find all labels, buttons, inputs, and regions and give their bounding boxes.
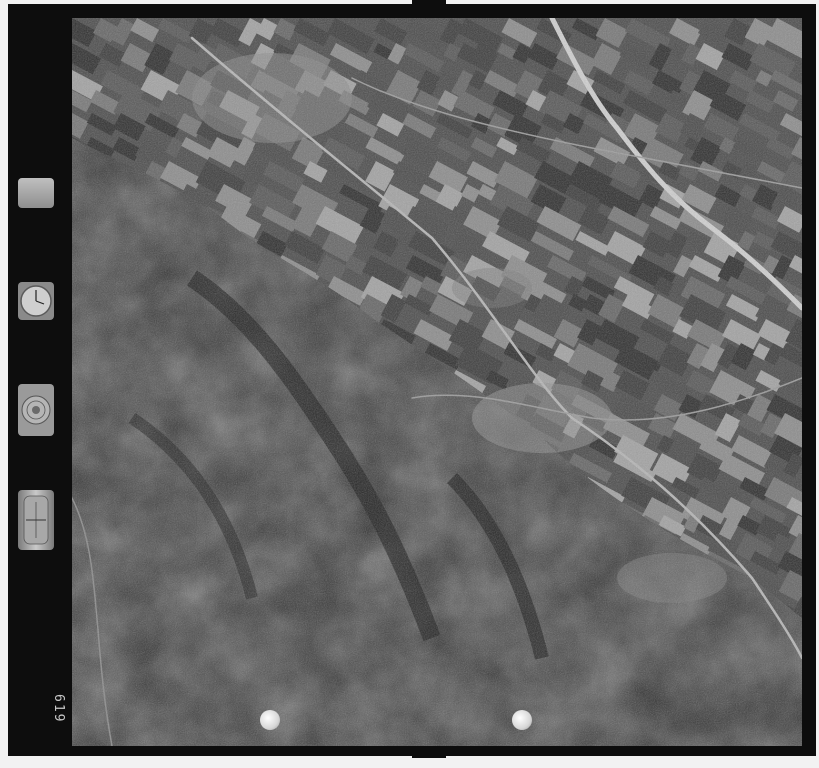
clock-instrument [18,282,54,320]
fiducial-hole-right [512,710,532,730]
compass-instrument [18,490,54,550]
frame-number: 619 [51,694,66,724]
aerial-photograph [72,18,802,746]
clock-face-icon [20,285,52,317]
fiducial-hole-left [260,710,280,730]
compass-scale-icon [23,495,49,545]
level-instrument [18,384,54,436]
aerial-terrain [72,18,802,746]
altimeter-instrument [18,178,54,208]
bubble-level-icon [21,395,51,425]
film-frame: 619 [8,0,816,758]
